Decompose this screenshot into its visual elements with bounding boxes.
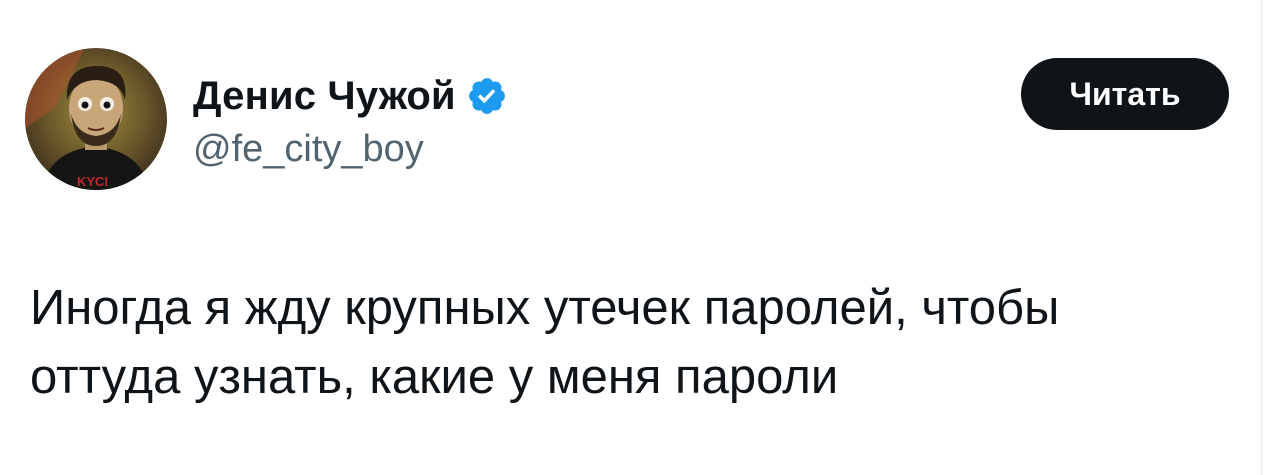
author-display-name[interactable]: Денис Чужой xyxy=(193,74,456,119)
right-edge-divider xyxy=(1261,0,1280,475)
tweet-text: Иногда я жду крупных утечек паролей, что… xyxy=(30,274,1230,412)
follow-button[interactable]: Читать xyxy=(1021,58,1229,130)
avatar-shirt-text: KYCI xyxy=(77,174,108,189)
tweet-text-line: Иногда я жду крупных утечек паролей, что… xyxy=(30,281,1060,335)
tweet-text-line: оттуда узнать, какие у меня пароли xyxy=(30,350,839,404)
tweet-card: KYCI Денис Чужой @fe_city_boy Читать Ино… xyxy=(0,0,1262,475)
verified-badge-icon xyxy=(466,75,508,117)
author-handle[interactable]: @fe_city_boy xyxy=(193,128,424,171)
author-name-row: Денис Чужой xyxy=(193,68,508,124)
avatar-image: KYCI xyxy=(25,48,167,190)
avatar[interactable]: KYCI xyxy=(25,48,167,190)
